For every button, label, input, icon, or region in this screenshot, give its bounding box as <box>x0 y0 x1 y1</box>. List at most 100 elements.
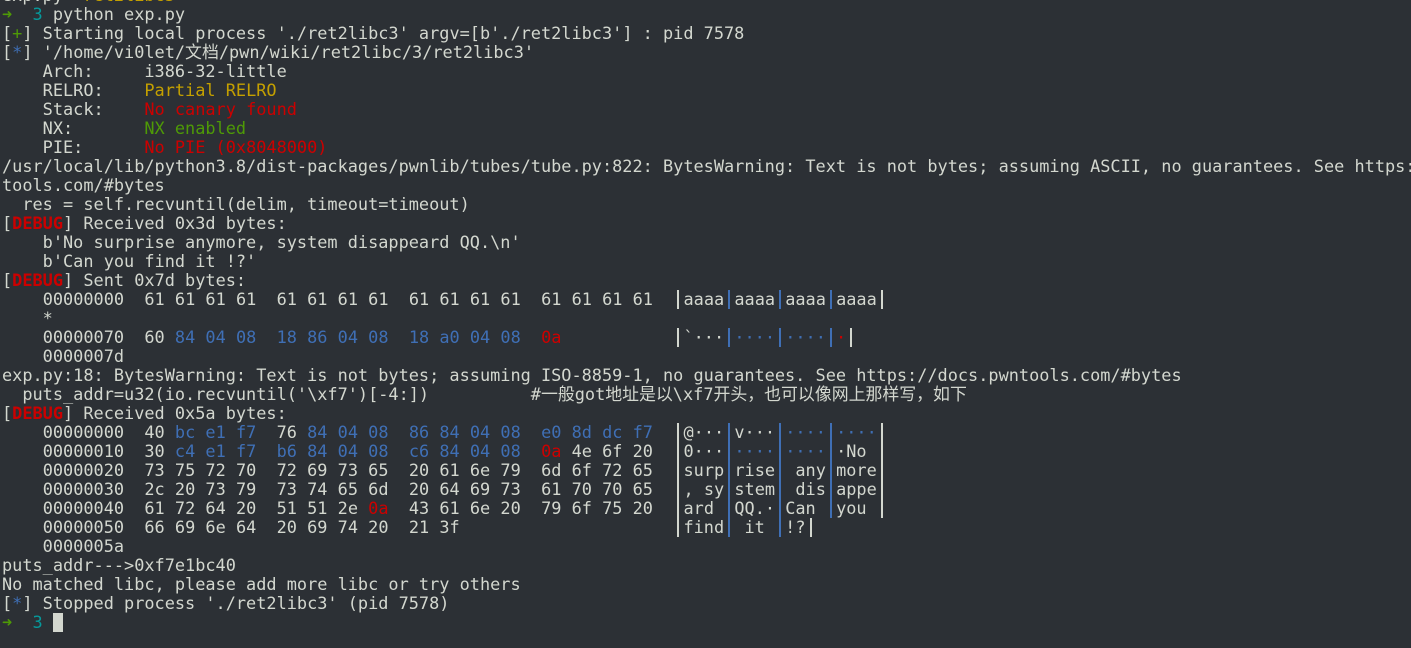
hexdump-byte: 20 <box>632 499 653 518</box>
ascii-separator <box>724 423 734 442</box>
hexdump-byte: 6f <box>571 461 592 480</box>
text-segment: 0000007d <box>2 347 125 366</box>
hexdump-byte: 04 <box>469 423 491 442</box>
ascii-separator <box>775 442 785 461</box>
hexdump-byte: 65 <box>337 480 358 499</box>
terminal-line: b'No surprise anymore, system disappeard… <box>2 233 1411 252</box>
hexdump-byte: 61 <box>337 290 358 309</box>
hexdump-byte: 61 <box>144 290 165 309</box>
hexdump-byte: 65 <box>632 461 653 480</box>
text-segment: 3 <box>32 613 43 632</box>
hexdump-row: 00000040 61 72 64 20 51 51 2e 0a 43 61 6… <box>2 499 1411 518</box>
ascii-separator <box>826 290 836 309</box>
hexdump-byte: 64 <box>205 499 226 518</box>
hexdump-byte: 40 <box>144 423 165 442</box>
ascii-separator <box>775 328 785 347</box>
hexdump-byte: 72 <box>174 499 196 518</box>
hexdump-row: 00000000 40 bc e1 f7 76 84 04 08 86 84 0… <box>2 423 1411 442</box>
hexdump-byte: 84 <box>439 423 460 442</box>
hexdump-byte: 2c <box>144 480 165 499</box>
hexdump-ascii-group: · <box>836 328 847 347</box>
hexdump-byte: 72 <box>602 461 623 480</box>
ascii-separator <box>826 499 836 518</box>
hexdump-byte: 61 <box>439 290 460 309</box>
text-segment: No canary found <box>144 100 297 119</box>
hexdump-ascii-group: ···· <box>785 328 826 347</box>
text-segment: PIE: <box>2 138 145 157</box>
hexdump-byte: 61 <box>541 290 562 309</box>
text-segment <box>43 613 53 632</box>
hexdump-byte: 61 <box>469 290 491 309</box>
hexdump-offset: 00000040 <box>42 499 125 518</box>
hexdump-byte: 04 <box>337 423 358 442</box>
hexdump-byte: 6f <box>602 442 623 461</box>
hexdump-byte: a0 <box>439 328 460 347</box>
hexdump-byte: 20 <box>174 480 196 499</box>
hexdump-byte: 61 <box>144 499 165 518</box>
hexdump-byte: 72 <box>205 461 226 480</box>
hexdump-byte: 20 <box>632 442 653 461</box>
hexdump-byte: 70 <box>571 480 592 499</box>
hexdump-ascii-group: surp <box>683 461 725 480</box>
hexdump-ascii-group: ···· <box>734 328 776 347</box>
ascii-separator <box>775 518 785 537</box>
terminal-line: tools.com/#bytes <box>2 176 1411 195</box>
hexdump-byte: 43 <box>408 499 430 518</box>
terminal-output[interactable]: exp.py ret2libc3➜ 3 python exp.py[+] Sta… <box>2 0 1411 632</box>
text-segment: [ <box>2 594 13 613</box>
hexdump-byte: 61 <box>571 290 592 309</box>
terminal-line: RELRO: Partial RELRO <box>2 81 1411 100</box>
hexdump-ascii-group: rise <box>734 461 776 480</box>
hexdump-byte: 61 <box>235 290 257 309</box>
ascii-separator <box>826 461 836 480</box>
hexdump-byte: 61 <box>174 290 196 309</box>
hexdump-byte: 20 <box>408 480 430 499</box>
hexdump-byte: 73 <box>276 480 297 499</box>
hexdump-byte: 86 <box>307 328 328 347</box>
hexdump-byte: 65 <box>632 480 653 499</box>
hexdump-ascii-group: aaaa <box>734 290 776 309</box>
hexdump-byte: 30 <box>144 442 165 461</box>
hexdump-byte: 64 <box>439 480 460 499</box>
ascii-separator <box>806 518 816 537</box>
hexdump-byte: 70 <box>602 480 623 499</box>
hexdump-byte: c6 <box>408 442 430 461</box>
terminal-line: 0000007d <box>2 347 1411 366</box>
terminal-cursor <box>52 613 63 632</box>
hexdump-byte: 69 <box>469 480 491 499</box>
hexdump-row: 00000010 30 c4 e1 f7 b6 84 04 08 c6 84 0… <box>2 442 1411 461</box>
hexdump-ascii-group: stem <box>734 480 776 499</box>
hexdump-byte: 69 <box>307 518 328 537</box>
hexdump-offset: 00000020 <box>42 461 125 480</box>
hexdump-byte: 20 <box>235 499 257 518</box>
terminal-line: puts_addr--->0xf7e1bc40 <box>2 556 1411 575</box>
hexdump-byte: e1 <box>205 423 226 442</box>
hexdump-ascii-group: appe <box>836 480 877 499</box>
text-segment: [ <box>2 214 13 233</box>
hexdump-row: 00000030 2c 20 73 79 73 74 65 6d 20 64 6… <box>2 480 1411 499</box>
hexdump-byte: f7 <box>235 423 257 442</box>
text-segment: ] Starting local process './ret2libc3' a… <box>22 24 745 43</box>
hexdump-byte: 51 <box>276 499 297 518</box>
hexdump-byte: e1 <box>205 442 226 461</box>
hexdump-ascii-group: ···· <box>836 423 877 442</box>
hexdump-byte: 61 <box>205 290 226 309</box>
text-segment: [ <box>2 43 13 62</box>
ascii-separator <box>826 442 836 461</box>
text-segment: puts_addr--->0xf7e1bc40 <box>2 556 236 575</box>
terminal-line: Arch: i386-32-little <box>2 62 1411 81</box>
text-segment: No PIE (0x8048000) <box>144 138 328 157</box>
hexdump-byte: 61 <box>500 290 521 309</box>
ascii-separator <box>826 423 836 442</box>
hexdump-ascii-group: you <box>836 499 877 518</box>
ascii-separator <box>724 328 734 347</box>
prompt-arrow-icon: ➜ <box>2 5 13 24</box>
ascii-separator <box>877 499 887 518</box>
hexdump-byte: 65 <box>368 461 389 480</box>
hexdump-offset: 00000010 <box>42 442 125 461</box>
hexdump-byte: 08 <box>500 328 521 347</box>
hexdump-byte: 76 <box>276 423 297 442</box>
debug-tag: DEBUG <box>12 214 64 233</box>
ascii-separator <box>724 518 734 537</box>
text-segment: ] Sent 0x7d bytes: <box>63 271 247 290</box>
